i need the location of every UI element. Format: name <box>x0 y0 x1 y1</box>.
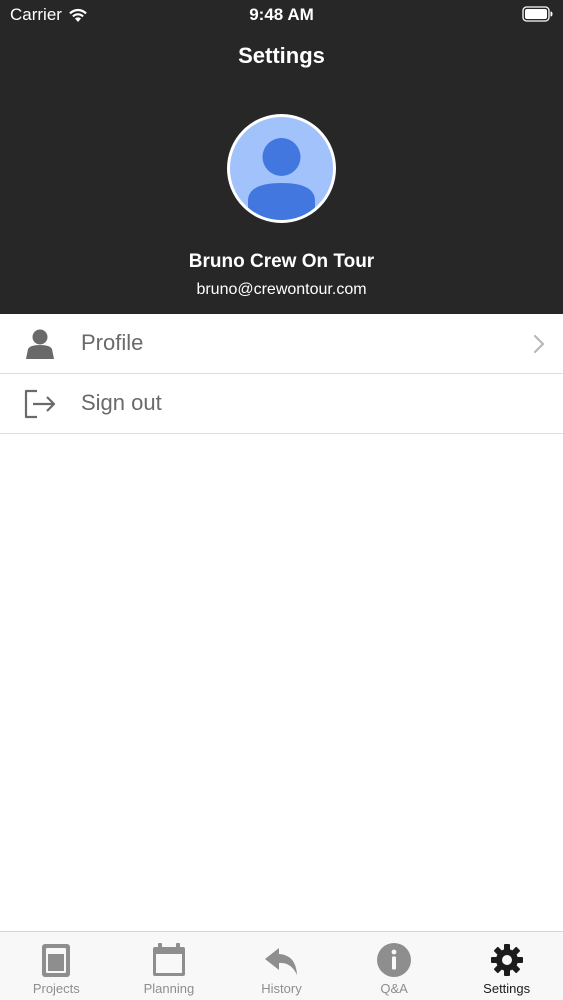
status-bar: Carrier 9:48 AM <box>0 0 563 30</box>
tab-label: Q&A <box>380 981 408 996</box>
user-name: Bruno Crew On Tour <box>188 251 375 272</box>
tab-settings[interactable]: Settings <box>450 932 563 1000</box>
tab-label: Settings <box>483 981 531 996</box>
tab-planning[interactable]: Planning <box>113 932 226 1000</box>
settings-menu: Profile Sign out <box>0 314 563 434</box>
tab-label: Projects <box>32 981 80 996</box>
projects-icon <box>42 944 71 977</box>
history-back-arrow-icon <box>265 948 298 975</box>
menu-item-sign-out[interactable]: Sign out <box>0 374 563 434</box>
tab-bar: Projects Planning History Q&A Settings <box>0 931 563 1000</box>
avatar[interactable] <box>227 114 336 223</box>
header: Carrier 9:48 AM Settings Bruno Crew On T… <box>0 0 563 314</box>
tab-qa[interactable]: Q&A <box>338 932 451 1000</box>
tab-history[interactable]: History <box>225 932 338 1000</box>
user-silhouette-icon <box>248 138 315 220</box>
status-time: 9:48 AM <box>249 5 314 24</box>
menu-item-label: Sign out <box>81 390 162 415</box>
chevron-right-icon <box>533 334 545 354</box>
battery-icon <box>522 6 553 22</box>
calendar-icon <box>152 943 185 976</box>
user-email: bruno@crewontour.com <box>196 281 367 298</box>
person-icon <box>26 329 54 359</box>
gear-icon <box>490 944 523 976</box>
info-icon <box>377 943 412 977</box>
menu-item-profile[interactable]: Profile <box>0 314 563 374</box>
tab-projects[interactable]: Projects <box>0 932 113 1000</box>
tab-label: History <box>261 981 302 996</box>
tab-label: Planning <box>143 981 195 996</box>
menu-item-label: Profile <box>81 330 144 355</box>
sign-out-icon <box>24 389 56 419</box>
page-title: Settings <box>238 43 325 68</box>
